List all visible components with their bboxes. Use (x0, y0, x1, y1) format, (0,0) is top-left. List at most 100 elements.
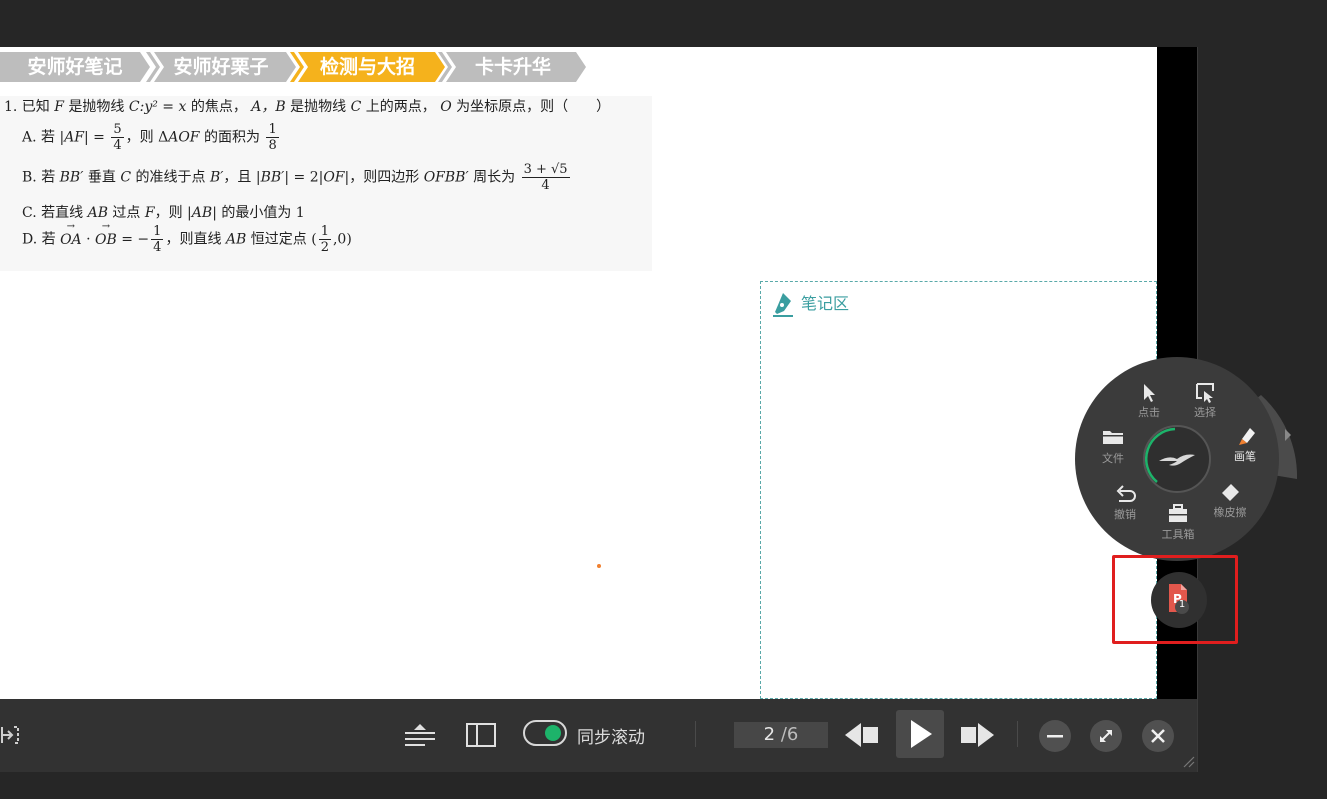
text: ，则直线 (165, 231, 226, 248)
tab-test-tricks[interactable]: 检测与大招 (290, 50, 445, 84)
fraction: 18 (266, 122, 279, 153)
fullscreen-button[interactable] (1090, 720, 1122, 752)
resize-grip-icon[interactable] (1181, 754, 1195, 768)
text: 为坐标原点，则（ ） (456, 99, 611, 115)
denominator: 4 (153, 240, 162, 255)
pen-tool[interactable]: 画笔 (1220, 425, 1270, 464)
denominator: 2 (320, 240, 329, 255)
tab-label: 卡卡升华 (474, 56, 551, 78)
text: 的面积为 (199, 129, 265, 146)
expand-icon (1100, 730, 1112, 742)
text: ，则 Δ (125, 129, 169, 146)
text: 垂直 (83, 169, 121, 186)
minus-icon (1047, 735, 1063, 738)
math: AF (64, 129, 85, 146)
option-d: D. 若 OA · OB = −14，则直线 AB 恒过定点 (12,0) (22, 221, 352, 256)
numerator: 1 (151, 224, 164, 240)
math: F (144, 205, 155, 221)
page-total: /6 (780, 724, 799, 745)
slide-canvas[interactable]: 安师好笔记 安师好栗子 检测与大招 卡卡升华 1. 已知 F 是抛物线 C:y²… (0, 47, 1157, 699)
math: C (120, 169, 132, 186)
option-b: B. 若 BB′ 垂直 C 的准线于点 B′，且 |BB′| = 2|OF|，则… (22, 162, 572, 193)
undo-tool[interactable]: 撤销 (1100, 483, 1150, 522)
math: OFBB′ (423, 169, 469, 186)
text: 的焦点， (190, 99, 247, 115)
pen-tool-label: 画笔 (1234, 450, 1256, 463)
eraser-tool[interactable]: 橡皮擦 (1205, 481, 1255, 520)
text: |，则四边形 (344, 169, 424, 186)
vector: OB (95, 221, 117, 248)
cursor-arrow-icon (1144, 384, 1155, 402)
undo-tool-label: 撤销 (1114, 508, 1136, 521)
file-tool[interactable]: 文件 (1088, 427, 1138, 466)
fraction: 12 (318, 224, 331, 255)
fraction: 14 (151, 224, 164, 255)
sync-scroll-toggle[interactable] (523, 720, 567, 746)
text: 的准线于点 (131, 169, 210, 186)
page-indicator[interactable]: 2 /6 (734, 722, 828, 748)
text: | = 2| (284, 169, 324, 186)
align-menu-icon[interactable] (404, 721, 436, 749)
tab-label: 安师好栗子 (173, 56, 269, 78)
sync-scroll-label: 同步滚动 (577, 728, 645, 748)
page-current: 2 (763, 724, 776, 745)
menu-center-button[interactable] (1143, 425, 1211, 493)
question-stem: 1. 已知 F 是抛物线 C:y² = x 的焦点， A，B 是抛物线 C 上的… (4, 96, 610, 116)
eraser-icon (1222, 484, 1239, 501)
pen-icon (1239, 428, 1255, 445)
text: 是抛物线 (68, 99, 129, 115)
fraction: 3 + √5 4 (521, 162, 570, 193)
toolbox-tool[interactable]: 工具箱 (1153, 503, 1203, 542)
undo-icon (1116, 485, 1136, 502)
click-tool-label: 点击 (1138, 406, 1160, 419)
option-a: A. 若 |AF| = 5 4 ，则 ΔAOF 的面积为 18 (22, 122, 281, 153)
tab-upgrade[interactable]: 卡卡升华 (438, 50, 588, 84)
folder-icon (1103, 431, 1123, 444)
math: AOF (168, 129, 200, 146)
sidebar-toggle-icon[interactable] (465, 722, 497, 748)
math: AB (191, 205, 213, 221)
note-area-title: 笔记区 (801, 294, 850, 313)
math: F (54, 99, 64, 115)
tab-ribbon: 安师好笔记 安师好栗子 检测与大招 卡卡升华 (0, 50, 590, 84)
tab-label: 安师好笔记 (27, 56, 123, 78)
math: A，B (251, 99, 286, 115)
text: B. 若 (22, 169, 60, 186)
tab-label: 检测与大招 (319, 56, 415, 78)
numerator: 5 (111, 122, 124, 138)
denominator: 4 (541, 178, 550, 193)
text: = − (116, 231, 150, 248)
vector: OA (60, 221, 82, 248)
click-tool[interactable]: 点击 (1124, 381, 1174, 420)
text: 过点 (107, 205, 145, 221)
minimize-button[interactable] (1039, 720, 1071, 752)
denominator: 8 (268, 138, 277, 153)
fraction: 54 (111, 122, 124, 153)
text: ，且 | (223, 169, 261, 186)
close-button[interactable] (1142, 720, 1174, 752)
divider (695, 721, 696, 747)
text: D. 若 (22, 231, 61, 248)
toolbox-icon (1169, 504, 1187, 522)
select-tool[interactable]: 选择 (1180, 381, 1230, 420)
text: 周长为 (468, 169, 520, 186)
tab-examples[interactable]: 安师好栗子 (146, 50, 296, 84)
play-button[interactable] (896, 710, 944, 758)
text: | = (84, 129, 110, 146)
numerator: 1 (266, 122, 279, 138)
text: 1. 已知 (4, 99, 50, 115)
text: | 的最小值为 1 (212, 205, 305, 221)
math: AB (225, 231, 247, 248)
text: 是抛物线 (290, 99, 351, 115)
prev-page-icon[interactable] (843, 720, 881, 750)
text: 恒过定点 ( (246, 231, 317, 248)
next-page-icon[interactable] (958, 720, 996, 750)
math: B′ (209, 169, 224, 186)
text: A. 若 | (22, 129, 65, 146)
exit-panel-icon[interactable] (0, 723, 20, 747)
eraser-tool-label: 橡皮擦 (1213, 506, 1247, 519)
highlight-annotation-box (1112, 555, 1238, 644)
brand-logo-icon (1145, 427, 1195, 483)
toggle-knob (545, 725, 561, 741)
tab-notes[interactable]: 安师好笔记 (0, 50, 150, 84)
